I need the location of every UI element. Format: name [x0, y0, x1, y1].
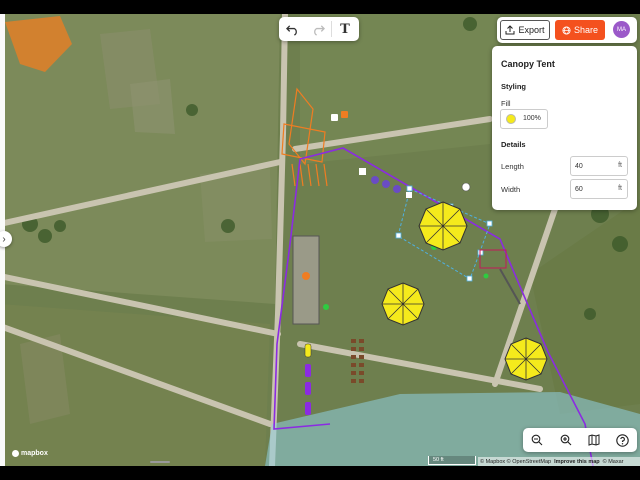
- fill-opacity: 100%: [523, 115, 541, 122]
- redo-icon: [313, 24, 325, 36]
- fill-swatch: [506, 114, 516, 124]
- export-icon: [505, 25, 515, 35]
- header-actions: Export Share MA: [497, 17, 637, 43]
- pad-marker[interactable]: [302, 272, 310, 280]
- chevron-right-icon: ›: [2, 233, 6, 245]
- help-icon: [616, 433, 629, 447]
- ruin-patch-2: [130, 79, 175, 134]
- length-field[interactable]: ft: [570, 156, 628, 176]
- zoom-in-button[interactable]: [556, 430, 576, 450]
- undo-button[interactable]: [279, 17, 305, 41]
- fill-label: Fill: [501, 99, 511, 108]
- top-letterbox: [0, 0, 640, 14]
- mapbox-logo[interactable]: mapbox: [12, 450, 48, 457]
- attribution-copyright[interactable]: © Mapbox © OpenStreetMap: [480, 459, 551, 465]
- canopy-tent-selected[interactable]: [418, 201, 468, 251]
- share-button[interactable]: Share: [555, 20, 605, 40]
- styling-heading: Styling: [501, 82, 527, 91]
- rotate-handle[interactable]: [461, 182, 471, 192]
- details-heading: Details: [501, 140, 526, 149]
- properties-panel: Canopy Tent Styling Fill 100% Details Le…: [492, 46, 637, 210]
- edit-toolbar: T: [279, 17, 359, 41]
- globe-icon: [562, 25, 571, 35]
- canopy-tent[interactable]: [381, 282, 425, 326]
- redo-button[interactable]: [305, 17, 331, 41]
- green-dot[interactable]: [483, 273, 489, 279]
- length-input[interactable]: [575, 160, 611, 172]
- width-field[interactable]: ft: [570, 179, 628, 199]
- width-unit: ft: [618, 185, 622, 192]
- width-label: Width: [501, 185, 521, 194]
- zoom-out-button[interactable]: [527, 430, 547, 450]
- map-controls: [523, 428, 637, 452]
- export-label: Export: [518, 25, 545, 35]
- export-button[interactable]: Export: [500, 20, 550, 40]
- mapbox-logo-icon: [12, 450, 19, 457]
- map-icon: [588, 434, 600, 446]
- zoom-out-icon: [531, 434, 543, 446]
- improve-map-link[interactable]: Improve this map: [554, 459, 600, 465]
- mapbox-logo-text: mapbox: [21, 450, 48, 457]
- attribution-maxar[interactable]: © Maxar: [603, 459, 624, 465]
- share-label: Share: [573, 25, 599, 35]
- avatar[interactable]: MA: [613, 21, 630, 38]
- bottom-letterbox: [0, 466, 640, 480]
- app-frame: › T Export Share MA Canopy Tent Styling …: [0, 0, 640, 480]
- text-tool-button[interactable]: T: [332, 17, 358, 41]
- fill-picker[interactable]: 100%: [500, 109, 548, 129]
- zoom-in-icon: [560, 434, 572, 446]
- green-dot[interactable]: [323, 304, 329, 310]
- undo-icon: [285, 24, 297, 36]
- length-label: Length: [501, 162, 524, 171]
- panel-title: Canopy Tent: [501, 59, 555, 69]
- map-style-button[interactable]: [584, 430, 604, 450]
- home-indicator: [150, 461, 170, 463]
- width-input[interactable]: [575, 183, 611, 195]
- length-unit: ft: [618, 162, 622, 169]
- canopy-tent[interactable]: [504, 337, 548, 381]
- scale-bar: 50 ft: [428, 456, 476, 465]
- help-button[interactable]: [613, 430, 633, 450]
